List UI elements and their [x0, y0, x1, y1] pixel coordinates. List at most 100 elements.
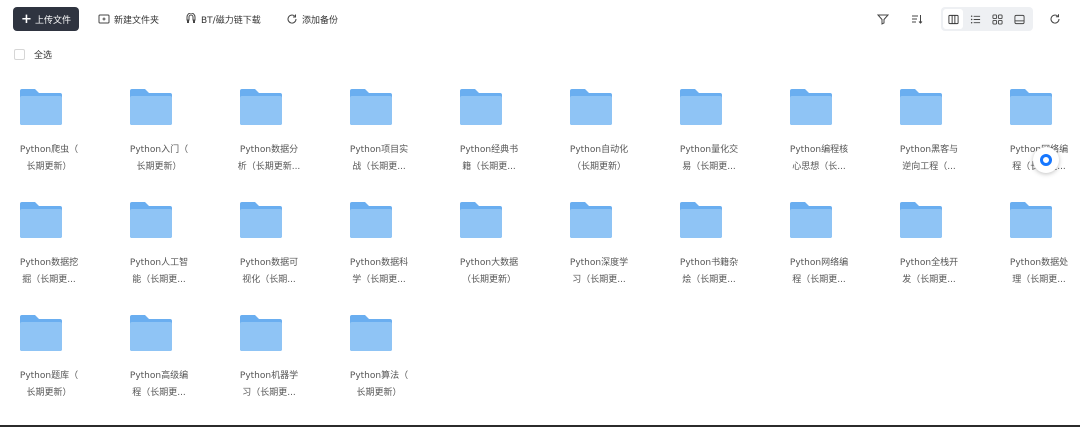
folder-name-line2: 籍（长期更...: [462, 162, 516, 172]
bt-download-label: BT/磁力链下载: [201, 15, 261, 26]
folder-icon: [130, 315, 172, 351]
folder-item[interactable]: Python书籍杂 烩（长期更...: [664, 191, 754, 291]
grid-view-icon: [991, 13, 1003, 25]
folder-name-line2: 易（长期更...: [682, 162, 736, 172]
add-backup-label: 添加备份: [302, 15, 339, 26]
folder-name-line2: 长期更新）: [356, 388, 402, 398]
folder-item[interactable]: Python数据可 视化（长期...: [224, 191, 314, 291]
new-folder-button[interactable]: 新建文件夹: [98, 7, 159, 31]
folder-name-line2: 学（长期更...: [352, 275, 406, 285]
folder-name-line2: 习（长期更...: [572, 275, 626, 285]
folder-item[interactable]: Python机器学 习（长期更...: [224, 304, 314, 404]
folder-name-line1: Python数据可: [239, 258, 299, 268]
select-all-checkbox[interactable]: [14, 49, 25, 60]
folder-item[interactable]: Python编程核 心思想（长...: [774, 78, 864, 178]
bt-download-button[interactable]: BT/磁力链下载: [185, 7, 261, 31]
folder-item[interactable]: Python自动化 （长期更新）: [554, 78, 644, 178]
thumbnail-view-icon: [1013, 14, 1025, 24]
folder-name-line1: Python数据挖: [19, 258, 79, 268]
folder-name-line1: Python自动化: [569, 145, 629, 155]
sort-button[interactable]: [907, 9, 927, 29]
folder-icon: [350, 89, 392, 125]
folder-name-line2: 程（长期更...: [132, 388, 186, 398]
folder-icon: [20, 315, 62, 351]
folder-name-line2: 程（长期更...: [792, 275, 846, 285]
folder-name-line1: Python量化交: [679, 145, 739, 155]
folder-name-line1: Python网络编: [789, 258, 849, 268]
folder-icon: [240, 202, 282, 238]
folder-name-line1: Python题库（: [19, 371, 79, 381]
backup-icon: [287, 14, 297, 24]
folder-item[interactable]: Python高级编 程（长期更...: [114, 304, 204, 404]
folder-item[interactable]: Python爬虫（ 长期更新）: [4, 78, 94, 178]
folder-icon: [1010, 202, 1052, 238]
list-view-icon: [970, 15, 980, 23]
folder-icon: [460, 202, 502, 238]
folder-name-line1: Python深度学: [569, 258, 629, 268]
folder-icon: [350, 315, 392, 351]
folder-icon: [20, 89, 62, 125]
folder-icon: [790, 89, 832, 125]
folder-name-line1: Python算法（: [349, 371, 409, 381]
folder-name-line2: 心思想（长...: [792, 162, 846, 172]
folder-item[interactable]: Python数据挖 掘（长期更...: [4, 191, 94, 291]
folder-item[interactable]: Python经典书 籍（长期更...: [444, 78, 534, 178]
filter-button[interactable]: [873, 9, 893, 29]
refresh-button[interactable]: [1045, 9, 1065, 29]
folder-name-line2: 析（长期更新...: [237, 162, 301, 172]
folder-name-line2: 理（长期更...: [1012, 275, 1066, 285]
folder-name-line1: Python爬虫（: [19, 145, 79, 155]
filter-icon: [877, 14, 889, 25]
magnet-icon: [186, 13, 196, 23]
folder-name-line2: 逆向工程（...: [902, 162, 956, 172]
folder-item[interactable]: Python网络编程（长期更...: [774, 191, 864, 291]
new-folder-icon: [98, 14, 110, 24]
folder-name-line2: 能（长期更...: [132, 275, 186, 285]
folder-name-line2: 发（长期更...: [902, 275, 956, 285]
add-backup-button[interactable]: 添加备份: [286, 7, 338, 31]
select-all-label: 全选: [34, 51, 53, 61]
folder-icon: [20, 202, 62, 238]
sort-icon: [912, 15, 923, 24]
folder-item[interactable]: Python量化交 易（长期更...: [664, 78, 754, 178]
folder-name-line2: （长期更新）: [571, 162, 626, 172]
folder-icon: [680, 89, 722, 125]
folder-name-line1: Python数据分: [239, 145, 299, 155]
folder-icon: [240, 89, 282, 125]
folder-name-line1: Python人工智: [129, 258, 189, 268]
folder-item[interactable]: Python全栈开 发（长期更...: [884, 191, 974, 291]
folder-item[interactable]: Python黑客与 逆向工程（...: [884, 78, 974, 178]
folder-name-line1: Python数据处: [1009, 258, 1069, 268]
folder-item[interactable]: Python数据处 理（长期更...: [994, 191, 1080, 291]
folder-name-line1: Python书籍杂: [679, 258, 739, 268]
folder-icon: [570, 89, 612, 125]
folder-icon: [570, 202, 612, 238]
floating-assistant-button[interactable]: [1033, 147, 1059, 173]
folder-item[interactable]: Python入门（ 长期更新）: [114, 78, 204, 178]
folder-item[interactable]: Python算法（ 长期更新）: [334, 304, 424, 404]
folder-item[interactable]: Python深度学 习（长期更...: [554, 191, 644, 291]
folder-name-line1: Python全栈开: [899, 258, 959, 268]
folder-item[interactable]: Python数据科 学（长期更...: [334, 191, 424, 291]
folder-item[interactable]: Python题库（ 长期更新）: [4, 304, 94, 404]
upload-file-button[interactable]: + 上传文件: [13, 7, 79, 31]
thumbnail-view-button[interactable]: [1009, 9, 1029, 29]
folder-icon: [1010, 89, 1052, 125]
grid-view-button[interactable]: [987, 9, 1007, 29]
list-view-button[interactable]: [965, 9, 985, 29]
folder-icon: [130, 202, 172, 238]
folder-item[interactable]: Python项目实 战（长期更...: [334, 78, 424, 178]
folder-name-line1: Python入门（: [129, 145, 189, 155]
folder-icon: [130, 89, 172, 125]
view-mode-switch: [941, 7, 1033, 31]
toolbar: + 上传文件 新建文件夹 BT/磁力链下载 添加备份: [0, 0, 1080, 38]
folder-item[interactable]: Python数据分 析（长期更新...: [224, 78, 314, 178]
select-all[interactable]: 全选: [14, 48, 52, 61]
folder-item[interactable]: Python人工智 能（长期更...: [114, 191, 204, 291]
columns-view-button[interactable]: [943, 9, 963, 29]
folder-name-line2: 视化（长期...: [242, 275, 296, 285]
folder-name-line2: 战（长期更...: [352, 162, 406, 172]
folder-item[interactable]: Python大数据 （长期更新）: [444, 191, 534, 291]
plus-icon: +: [21, 11, 32, 27]
folder-icon: [460, 89, 502, 125]
